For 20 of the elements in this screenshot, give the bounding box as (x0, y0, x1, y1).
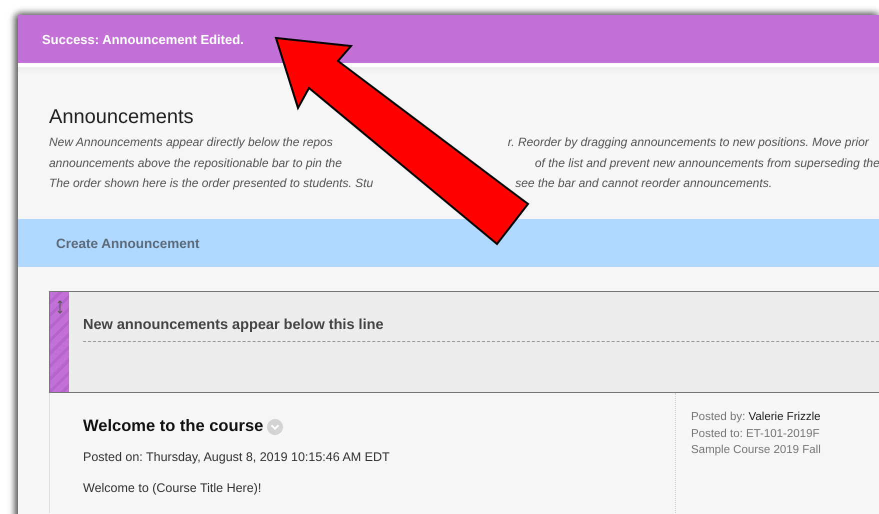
posted-by: Posted by: Valerie Frizzle (691, 410, 821, 425)
drag-icon (56, 300, 62, 314)
announcement-title: Welcome to the course (83, 417, 264, 436)
options-menu-icon[interactable] (267, 418, 284, 434)
drag-handle[interactable] (50, 292, 69, 392)
bar-label: New announcements appear below this line (83, 317, 879, 342)
create-announcement-button[interactable]: Create Announcement (56, 236, 200, 250)
repositionable-bar[interactable]: New announcements appear below this line (49, 291, 879, 393)
description-text: New Announcements appear directly below the repos (49, 134, 333, 151)
posted-date: Posted on: Thursday, August 8, 2019 10:15:46 AM EDT (83, 450, 391, 464)
announcement-body: Welcome to (Course Title Here)! (83, 481, 262, 495)
success-message: Success: Announcement Edited. (42, 32, 244, 46)
description-text: The order shown here is the order presented to students. Stu (49, 175, 374, 192)
description-text: of the list and prevent new announcements from superseding the (534, 154, 879, 172)
description-text: r. Reorder by dragging announcements to new positions. Move prior (508, 134, 869, 151)
page-title: Announcements (49, 105, 195, 129)
description-text: see the bar and cannot reorder announcements. (515, 175, 772, 192)
description-text: announcements above the repositionable bar to pin the (49, 154, 342, 172)
posted-to: Posted to: ET-101-2019F (691, 426, 820, 442)
course-name: Sample Course 2019 Fall (691, 443, 821, 458)
